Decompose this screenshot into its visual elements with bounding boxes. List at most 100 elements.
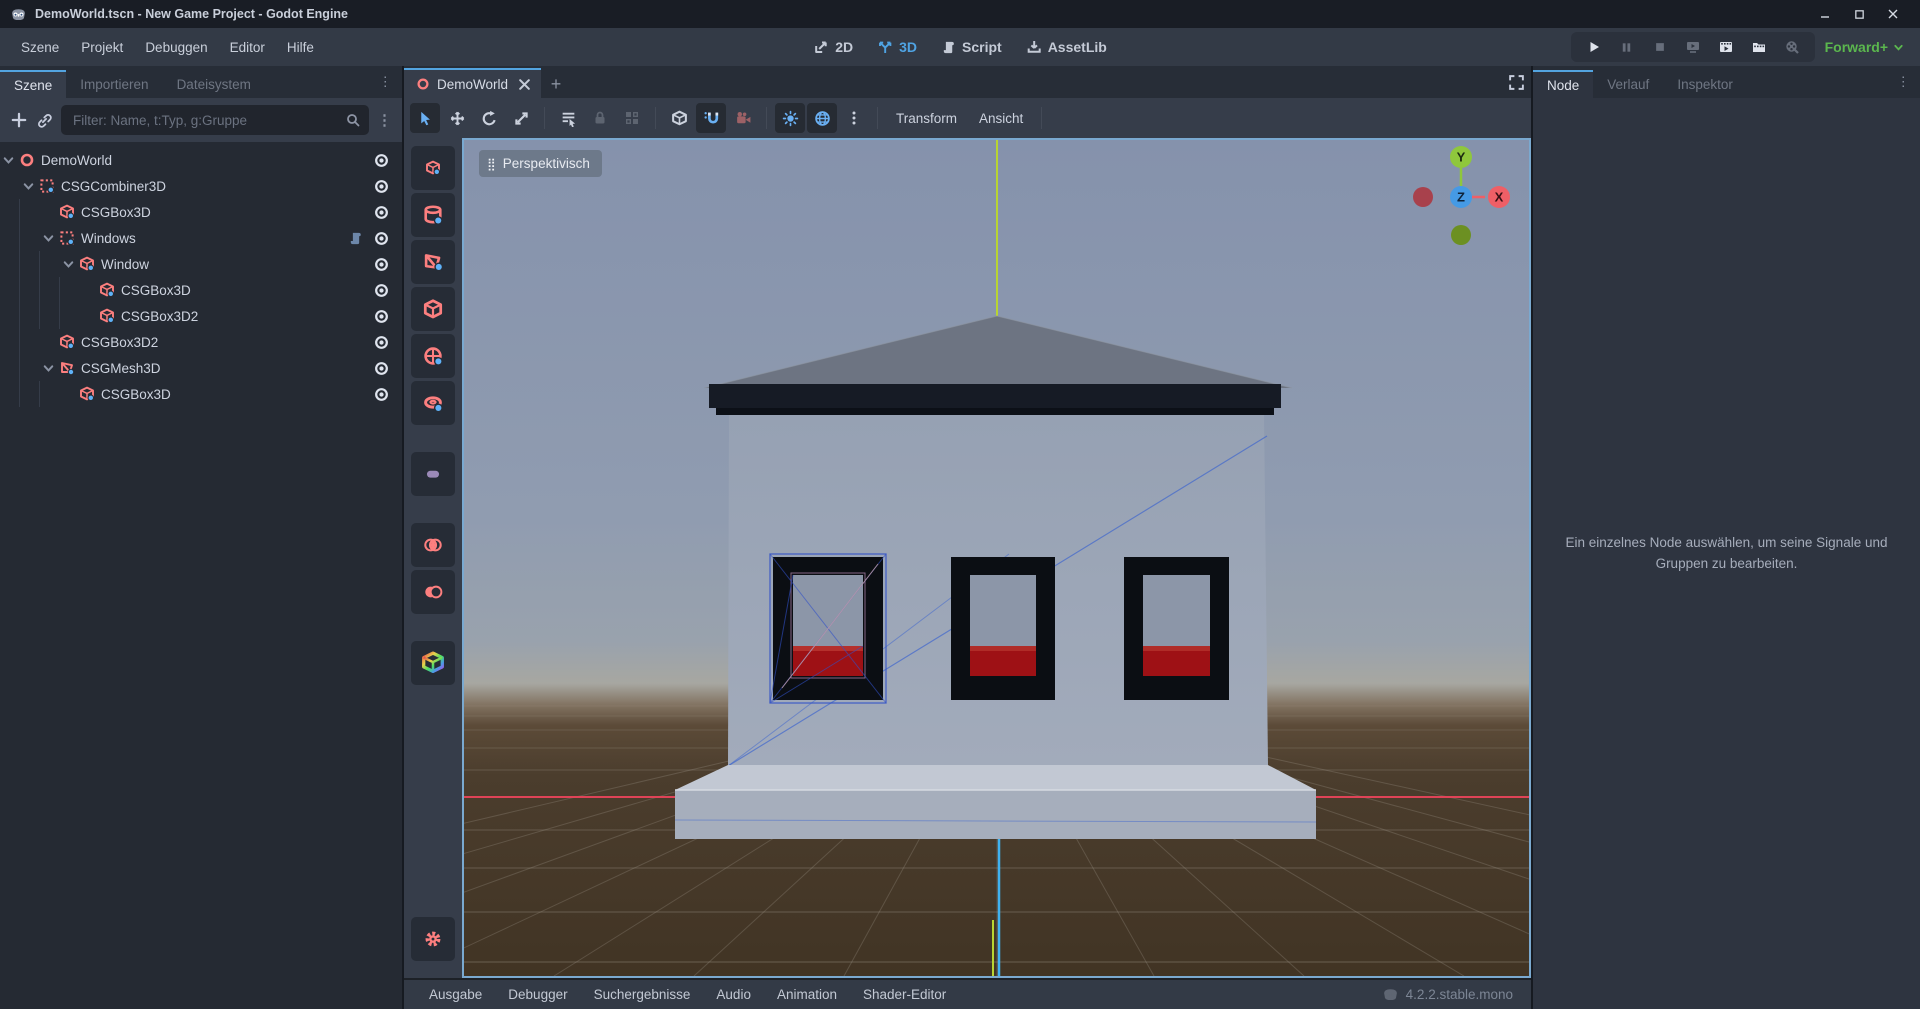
menu-projekt[interactable]: Projekt: [70, 35, 134, 60]
close-tab-icon[interactable]: [518, 78, 531, 91]
new-scene-tab-button[interactable]: +: [541, 70, 571, 98]
tab-menu-button[interactable]: ⋮: [369, 74, 403, 90]
csg-polygon-button[interactable]: [411, 240, 455, 284]
play-custom-scene-button[interactable]: [1746, 35, 1772, 59]
menu-debuggen[interactable]: Debuggen: [134, 35, 218, 60]
tree-row-csgbox3d2[interactable]: CSGBox3D2: [0, 303, 402, 329]
visibility-eye-icon[interactable]: [373, 230, 390, 247]
tab-importieren[interactable]: Importieren: [66, 70, 162, 98]
scene-tree-toolbar: ⋮: [0, 98, 402, 142]
menu-editor[interactable]: Editor: [219, 35, 276, 60]
tree-collapse-icon[interactable]: [60, 258, 77, 271]
script-attached-icon[interactable]: [348, 231, 363, 246]
local-space-button[interactable]: [664, 103, 694, 133]
op-intersect-button[interactable]: [411, 523, 455, 567]
group-button[interactable]: [617, 103, 647, 133]
csg-sphere-button[interactable]: [411, 334, 455, 378]
workspace-script-button[interactable]: Script: [932, 34, 1011, 60]
tree-row-window[interactable]: Window: [0, 251, 402, 277]
menu-szene[interactable]: Szene: [10, 35, 70, 60]
godot-version-icon: [1382, 986, 1399, 1003]
csg-torus-button[interactable]: [411, 381, 455, 425]
tree-row-windows[interactable]: Windows: [0, 225, 402, 251]
pause-button[interactable]: [1614, 35, 1640, 59]
tree-node-label: CSGBox3D: [121, 283, 191, 298]
preview-environment-button[interactable]: [807, 103, 837, 133]
scene-tab-demoworld[interactable]: DemoWorld: [404, 68, 541, 98]
maximize-button[interactable]: [1842, 1, 1876, 27]
tree-collapse-icon[interactable]: [20, 180, 37, 193]
preview-sun-button[interactable]: [775, 103, 805, 133]
expand-viewport-button[interactable]: [1501, 74, 1531, 91]
play-scene-button[interactable]: [1713, 35, 1739, 59]
tree-collapse-icon[interactable]: [0, 154, 17, 167]
bottom-tab-ausgabe[interactable]: Ausgabe: [418, 981, 493, 1008]
tab-dateisystem[interactable]: Dateisystem: [163, 70, 265, 98]
bottom-tab-animation[interactable]: Animation: [766, 981, 848, 1008]
bottom-tab-debugger[interactable]: Debugger: [497, 981, 578, 1008]
viewport-menu-transform[interactable]: Transform: [886, 105, 967, 132]
tree-collapse-icon[interactable]: [40, 232, 57, 245]
workspace-assetlib-button[interactable]: AssetLib: [1017, 34, 1116, 60]
play-remote-button[interactable]: [1680, 35, 1706, 59]
tree-row-csgbox3d[interactable]: CSGBox3D: [0, 199, 402, 225]
visibility-eye-icon[interactable]: [373, 360, 390, 377]
workspace-2d-button[interactable]: 2D: [804, 34, 862, 60]
tree-row-csgbox3d[interactable]: CSGBox3D: [0, 381, 402, 407]
visibility-eye-icon[interactable]: [373, 152, 390, 169]
list-select-button[interactable]: [553, 103, 583, 133]
visibility-eye-icon[interactable]: [373, 386, 390, 403]
lock-button[interactable]: [585, 103, 615, 133]
snap-magnet-button[interactable]: [696, 103, 726, 133]
renderer-selector[interactable]: Forward+: [1825, 39, 1910, 55]
menu-hilfe[interactable]: Hilfe: [276, 35, 325, 60]
play-button[interactable]: [1581, 35, 1607, 59]
dots-vertical-button[interactable]: [839, 103, 869, 133]
add-node-button[interactable]: [10, 111, 28, 129]
tab-verlauf[interactable]: Verlauf: [1593, 70, 1663, 98]
scene-filter-input[interactable]: [73, 113, 345, 128]
close-button[interactable]: [1876, 1, 1910, 27]
scene-tree-menu-button[interactable]: ⋮: [377, 111, 392, 129]
tab-szene[interactable]: Szene: [0, 70, 66, 98]
op-subtract-button[interactable]: [411, 570, 455, 614]
csg-cylinder-button[interactable]: [411, 193, 455, 237]
tree-row-csgbox3d[interactable]: CSGBox3D: [0, 277, 402, 303]
bottom-tab-audio[interactable]: Audio: [705, 981, 762, 1008]
visibility-eye-icon[interactable]: [373, 282, 390, 299]
workspace-3d-button[interactable]: 3D: [868, 34, 926, 60]
minimize-button[interactable]: [1808, 1, 1842, 27]
gear-button[interactable]: [411, 917, 455, 961]
tab-node[interactable]: Node: [1533, 70, 1593, 98]
tree-row-csgmesh3d[interactable]: CSGMesh3D: [0, 355, 402, 381]
visibility-eye-icon[interactable]: [373, 178, 390, 195]
visibility-eye-icon[interactable]: [373, 204, 390, 221]
rainbow-cube-button[interactable]: [411, 641, 455, 685]
visibility-eye-icon[interactable]: [373, 308, 390, 325]
csg-meshbox-button[interactable]: [411, 287, 455, 331]
tree-collapse-icon[interactable]: [40, 362, 57, 375]
tab-menu-button[interactable]: ⋮: [1887, 74, 1920, 90]
visibility-eye-icon[interactable]: [373, 334, 390, 351]
perspective-menu-button[interactable]: ⣿ Perspektivisch: [479, 150, 602, 177]
scale-tool-button[interactable]: [506, 103, 536, 133]
tree-row-csgcombiner3d[interactable]: CSGCombiner3D: [0, 173, 402, 199]
visibility-eye-icon[interactable]: [373, 256, 390, 273]
instance-scene-button[interactable]: [36, 112, 53, 129]
tree-row-csgbox3d2[interactable]: CSGBox3D2: [0, 329, 402, 355]
stop-button[interactable]: [1647, 35, 1673, 59]
move-tool-button[interactable]: [442, 103, 472, 133]
axis-gizmo[interactable]: Y Z X: [1409, 142, 1513, 246]
select-arrow-button[interactable]: [410, 103, 440, 133]
viewport-menu-ansicht[interactable]: Ansicht: [969, 105, 1033, 132]
tab-inspektor[interactable]: Inspektor: [1663, 70, 1747, 98]
capsule-button[interactable]: [411, 452, 455, 496]
bottom-tab-suchergebnisse[interactable]: Suchergebnisse: [583, 981, 702, 1008]
csg-box-button[interactable]: [411, 146, 455, 190]
bottom-tab-shader-editor[interactable]: Shader-Editor: [852, 981, 957, 1008]
viewport-3d[interactable]: ⣿ Perspektivisch Y Z X: [462, 138, 1531, 978]
camera-preview-button[interactable]: [728, 103, 758, 133]
tree-row-demoworld[interactable]: DemoWorld: [0, 147, 402, 173]
rotate-tool-button[interactable]: [474, 103, 504, 133]
movie-maker-button[interactable]: [1779, 35, 1805, 59]
